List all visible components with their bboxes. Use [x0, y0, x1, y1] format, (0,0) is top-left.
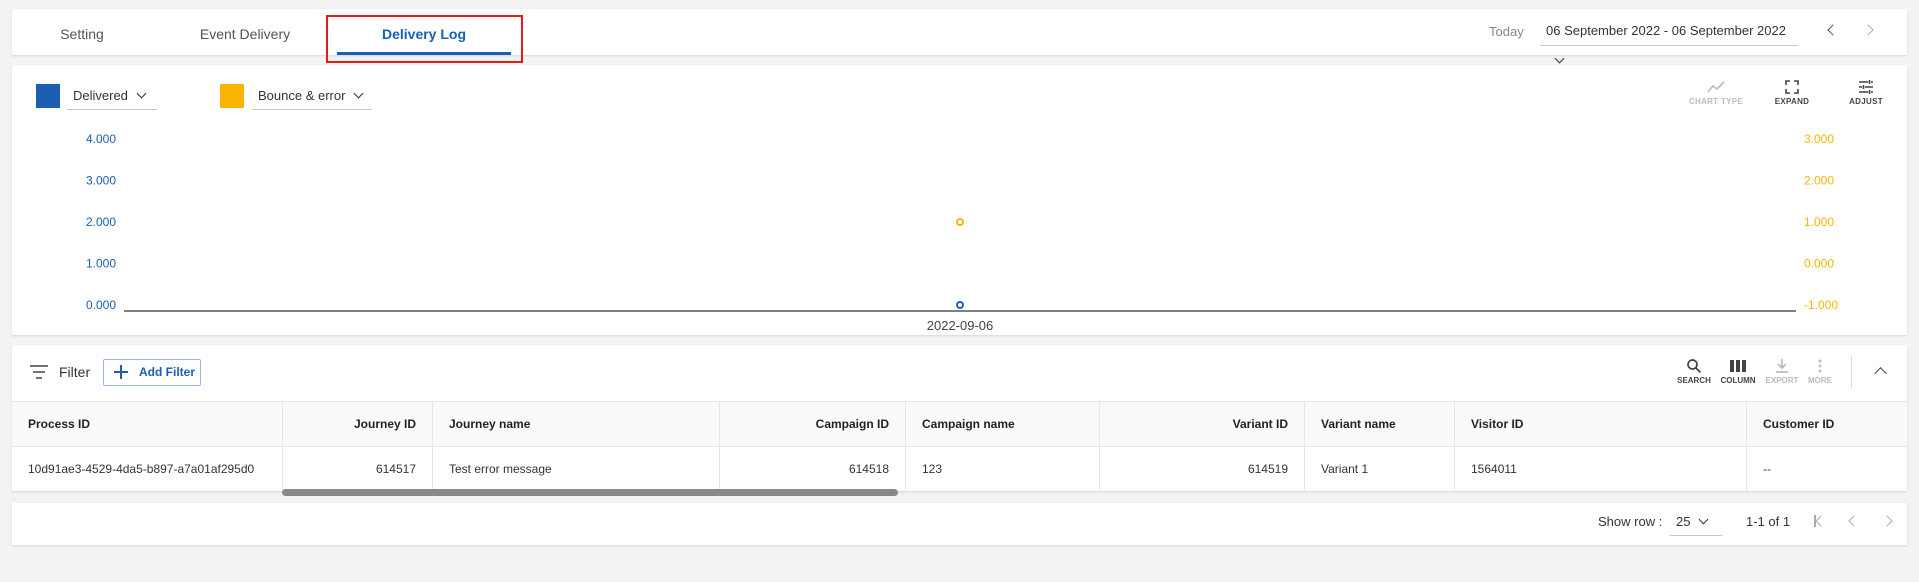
previous-page-button[interactable]: [1845, 513, 1861, 529]
header-journey-name[interactable]: Journey name: [432, 402, 719, 446]
rows-per-page-value: 25: [1676, 514, 1691, 529]
search-icon: [1687, 359, 1702, 374]
x-axis-tick: 2022-09-06: [927, 318, 994, 333]
left-axis-tick: 2.000: [86, 215, 116, 229]
column-button[interactable]: COLUMN: [1716, 358, 1760, 385]
data-point: [956, 301, 964, 309]
cell-customer-id: --: [1746, 447, 1897, 491]
toolbar-divider: [1851, 356, 1852, 388]
cell-process-id: 10d91ae3-4529-4da5-b897-a7a01af295d0: [28, 462, 255, 476]
cell-journey-id: 614517: [282, 447, 432, 491]
column-label: COLUMN: [1720, 376, 1756, 385]
export-label: EXPORT: [1765, 376, 1799, 385]
page-info: 1-1 of 1: [1746, 514, 1791, 529]
more-vert-icon: [1818, 359, 1822, 373]
first-page-button[interactable]: [1812, 513, 1828, 529]
chevron-down-icon: [1699, 514, 1709, 525]
add-filter-button[interactable]: Add Filter: [103, 359, 201, 386]
cell-campaign-id: 614518: [719, 447, 905, 491]
data-point: [956, 218, 964, 226]
more-label: MORE: [1808, 376, 1832, 385]
download-icon: [1776, 359, 1788, 373]
left-axis-tick: 4.000: [86, 132, 116, 146]
right-axis-tick: -1.000: [1804, 298, 1838, 312]
filter-icon: [30, 365, 48, 379]
right-axis-tick: 2.000: [1804, 174, 1834, 188]
rows-per-page-select[interactable]: 25: [1670, 508, 1722, 536]
header-visitor-id[interactable]: Visitor ID: [1454, 402, 1746, 446]
table-header: Process ID Journey ID Journey name Campa…: [12, 401, 1907, 447]
export-button[interactable]: EXPORT: [1762, 358, 1802, 385]
cell-journey-name: Test error message: [432, 447, 719, 491]
left-axis-tick: 0.000: [86, 298, 116, 312]
header-campaign-id[interactable]: Campaign ID: [719, 402, 905, 446]
search-button[interactable]: SEARCH: [1674, 358, 1714, 385]
header-journey-id[interactable]: Journey ID: [282, 402, 432, 446]
right-axis-tick: 3.000: [1804, 132, 1834, 146]
left-axis-tick: 3.000: [86, 174, 116, 188]
column-icon: [1730, 360, 1746, 372]
header-variant-name[interactable]: Variant name: [1304, 402, 1454, 446]
show-row-label: Show row :: [1598, 514, 1663, 529]
plus-icon: [114, 365, 128, 379]
cell-variant-name: Variant 1: [1304, 447, 1454, 491]
header-campaign-name[interactable]: Campaign name: [905, 402, 1099, 446]
header-customer-id[interactable]: Customer ID: [1746, 402, 1897, 446]
header-process-id[interactable]: Process ID: [12, 402, 282, 446]
table-row[interactable]: 10d91ae3-4529-4da5-b897-a7a01af295d0 614…: [12, 447, 1907, 491]
more-button[interactable]: MORE: [1802, 358, 1838, 385]
delivery-chart: 0.000 1.000 2.000 3.000 4.000 -1.000 0.000 1.00…: [86, 132, 1838, 333]
next-page-button[interactable]: [1882, 513, 1898, 529]
right-axis-tick: 1.000: [1804, 215, 1834, 229]
header-variant-id[interactable]: Variant ID: [1099, 402, 1304, 446]
cell-visitor-id: 1564011: [1454, 447, 1746, 491]
left-axis-tick: 1.000: [86, 257, 116, 271]
search-label: SEARCH: [1677, 376, 1711, 385]
cell-variant-id: 614519: [1099, 447, 1304, 491]
collapse-table-button[interactable]: [1874, 364, 1888, 378]
cell-campaign-name: 123: [905, 447, 1099, 491]
add-filter-label: Add Filter: [139, 365, 195, 379]
horizontal-scrollbar[interactable]: [282, 489, 898, 496]
right-axis-tick: 0.000: [1804, 257, 1834, 271]
filter-label: Filter: [59, 364, 91, 380]
